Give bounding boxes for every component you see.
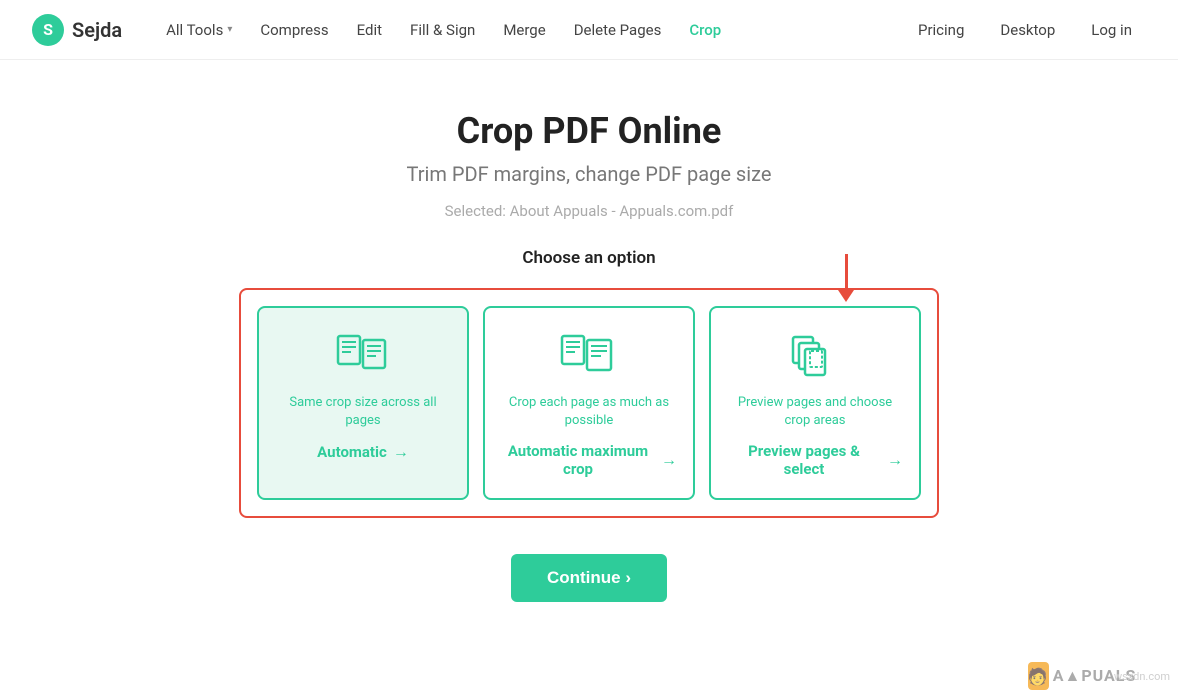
nav-link-fill-sign[interactable]: Fill & Sign <box>398 13 487 47</box>
chevron-down-icon: ▾ <box>227 24 232 35</box>
main-content: Crop PDF Online Trim PDF margins, change… <box>0 60 1178 642</box>
option-icon-auto-max <box>559 332 619 382</box>
nav-link-edit[interactable]: Edit <box>345 13 394 47</box>
red-arrow <box>838 254 854 302</box>
appuals-icon: 🧑 <box>1028 662 1049 690</box>
nav-right: Pricing Desktop Log in <box>904 13 1146 47</box>
option-label-1[interactable]: Automatic → <box>317 442 409 462</box>
nav-link-compress[interactable]: Compress <box>248 13 340 47</box>
nav-desktop[interactable]: Desktop <box>986 13 1069 47</box>
navbar: S Sejda All Tools ▾ Compress Edit Fill &… <box>0 0 1178 60</box>
nav-link-all-tools[interactable]: All Tools ▾ <box>154 13 244 47</box>
logo[interactable]: S Sejda <box>32 14 122 46</box>
nav-links: All Tools ▾ Compress Edit Fill & Sign Me… <box>154 13 904 47</box>
option-card-preview[interactable]: Preview pages and choose crop areas Prev… <box>709 306 921 500</box>
continue-button[interactable]: Continue › <box>511 554 667 602</box>
page-subtitle: Trim PDF margins, change PDF page size <box>407 162 772 186</box>
option-icon-automatic <box>333 332 393 382</box>
selected-file: Selected: About Appuals - Appuals.com.pd… <box>445 202 734 220</box>
page-title: Crop PDF Online <box>457 110 722 152</box>
option-desc-1: Same crop size across all pages <box>275 394 451 430</box>
logo-icon: S <box>32 14 64 46</box>
arrow-right-icon-3: → <box>887 450 903 470</box>
appuals-logo: 🧑 A▲PUALS <box>1028 662 1108 690</box>
option-desc-3: Preview pages and choose crop areas <box>727 394 903 430</box>
options-container: Same crop size across all pages Automati… <box>239 288 939 518</box>
nav-link-delete-pages[interactable]: Delete Pages <box>562 13 674 47</box>
option-card-auto-max[interactable]: Crop each page as much as possible Autom… <box>483 306 695 500</box>
arrow-line <box>845 254 848 290</box>
watermark-text: wsxdn.com <box>1114 670 1170 683</box>
logo-name: Sejda <box>72 18 122 42</box>
option-icon-preview <box>785 332 845 382</box>
option-card-automatic[interactable]: Same crop size across all pages Automati… <box>257 306 469 500</box>
option-label-3[interactable]: Preview pages & select → <box>727 442 903 478</box>
nav-link-crop[interactable]: Crop <box>677 13 733 47</box>
nav-pricing[interactable]: Pricing <box>904 13 978 47</box>
arrow-right-icon-2: → <box>661 450 677 470</box>
option-label-2[interactable]: Automatic maximum crop → <box>501 442 677 478</box>
option-desc-2: Crop each page as much as possible <box>501 394 677 430</box>
arrow-right-icon: → <box>393 442 409 462</box>
nav-link-merge[interactable]: Merge <box>491 13 557 47</box>
nav-login[interactable]: Log in <box>1077 13 1146 47</box>
watermark: 🧑 A▲PUALS wsxdn.com <box>1028 662 1170 690</box>
choose-option-label: Choose an option <box>522 248 655 268</box>
arrow-head <box>838 290 854 302</box>
